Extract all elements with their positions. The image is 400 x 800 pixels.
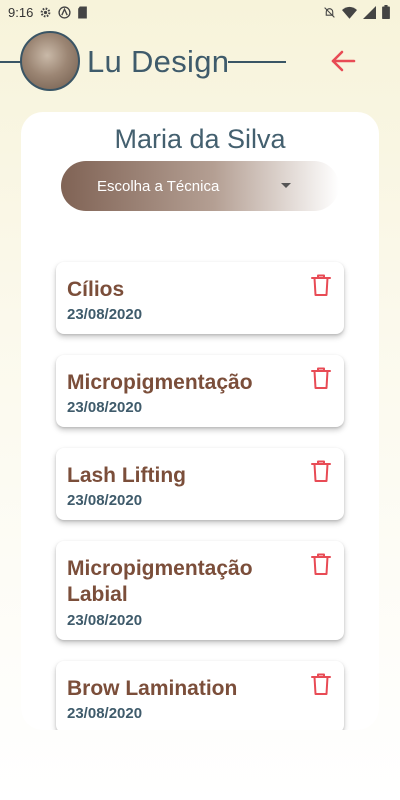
brand-title: Lu Design (87, 44, 230, 79)
procedure-date: 23/08/2020 (67, 612, 143, 629)
arrow-left-icon (331, 50, 356, 72)
avatar[interactable] (20, 31, 80, 91)
procedure-title: Micropigmentação Labial (67, 557, 253, 606)
app-header: Lu Design (0, 28, 400, 94)
technique-select-label: Escolha a Técnica (97, 177, 220, 195)
a-icon (58, 5, 71, 19)
procedure-date: 23/08/2020 (67, 399, 143, 416)
delete-button[interactable] (310, 552, 332, 576)
status-time: 9:16 (8, 4, 34, 20)
delete-button[interactable] (310, 459, 332, 483)
wifi-icon (342, 6, 357, 19)
trash-icon (311, 553, 331, 575)
procedures-panel: Maria da Silva Escolha a Técnica Cílios 2… (21, 112, 379, 730)
delete-button[interactable] (310, 672, 332, 696)
gear-icon (39, 6, 52, 19)
procedure-title: Lash Lifting (67, 464, 186, 487)
procedure-title: Micropigmentação (67, 371, 253, 394)
status-bar: 9:16 (0, 0, 400, 24)
client-name: Maria da Silva (114, 124, 286, 154)
trash-icon (311, 673, 331, 695)
header-divider-left (0, 61, 22, 63)
procedure-date: 23/08/2020 (67, 306, 143, 323)
procedure-card[interactable]: Cílios 23/08/2020 (56, 262, 344, 334)
header-divider-right (228, 61, 286, 63)
trash-icon (311, 367, 331, 389)
trash-icon (311, 460, 331, 482)
status-right (323, 5, 390, 19)
procedure-title: Cílios (67, 278, 125, 301)
procedure-title: Brow Lamination (67, 677, 238, 700)
sd-card-icon (77, 6, 88, 19)
battery-icon (382, 5, 390, 19)
technique-select[interactable]: Escolha a Técnica (61, 161, 339, 211)
delete-button[interactable] (310, 366, 332, 390)
mute-icon (323, 6, 336, 19)
caret-down-icon (281, 183, 291, 188)
procedure-card[interactable]: Micropigmentação 23/08/2020 (56, 355, 344, 427)
procedure-card[interactable]: Micropigmentação Labial 23/08/2020 (56, 541, 344, 640)
trash-icon (311, 274, 331, 296)
status-left: 9:16 (8, 5, 88, 20)
procedure-card[interactable]: Brow Lamination 23/08/2020 (56, 661, 344, 730)
delete-button[interactable] (310, 273, 332, 297)
procedure-date: 23/08/2020 (67, 705, 143, 722)
signal-icon (363, 5, 376, 19)
back-button[interactable] (326, 44, 360, 78)
procedure-card[interactable]: Lash Lifting 23/08/2020 (56, 448, 344, 520)
procedure-date: 23/08/2020 (67, 492, 143, 509)
